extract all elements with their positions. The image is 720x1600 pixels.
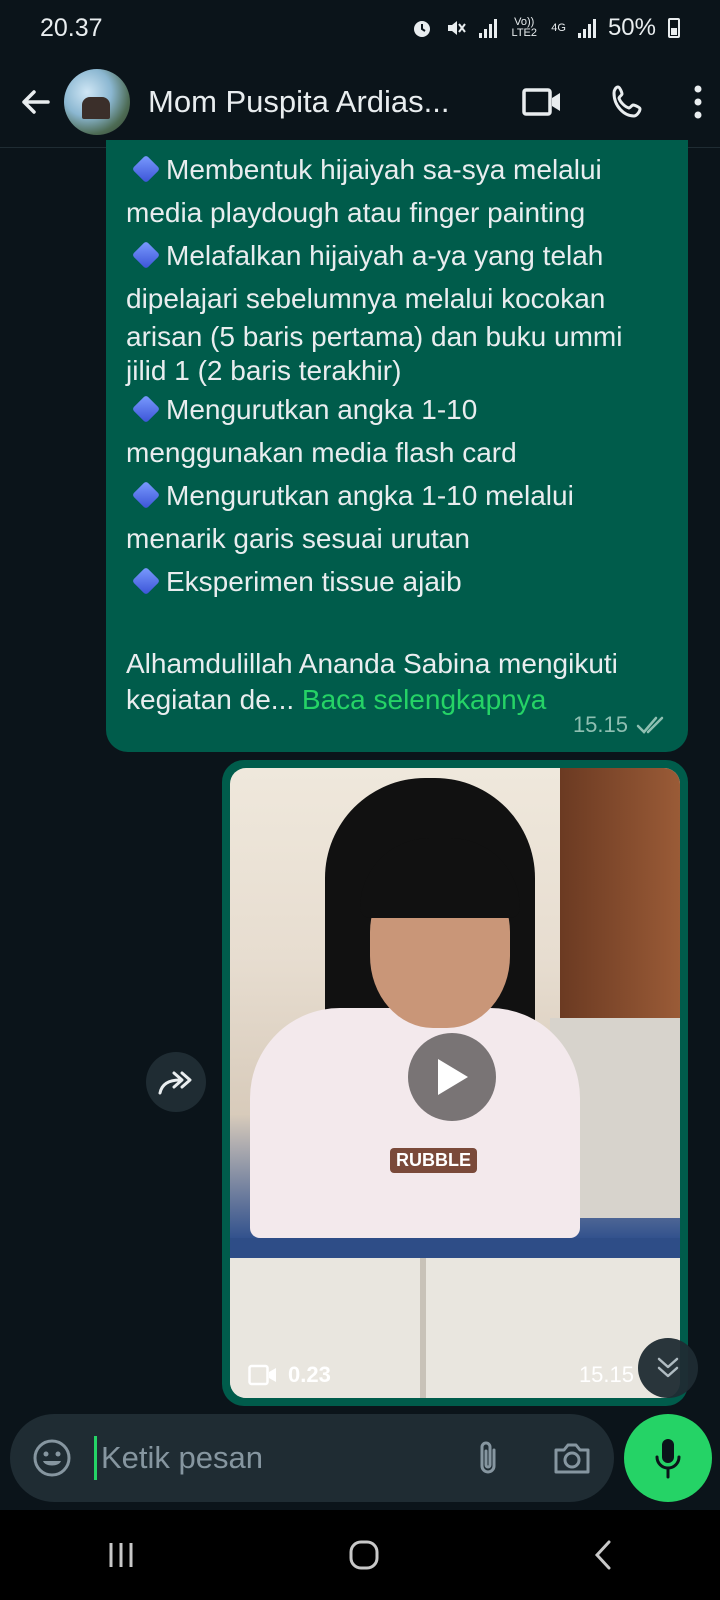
scroll-to-bottom-button[interactable] — [638, 1338, 698, 1398]
double-chevron-down-icon — [657, 1357, 679, 1378]
status-time: 20.37 — [40, 13, 103, 42]
list-item: Eksperimen tissue ajaib — [126, 560, 668, 603]
status-icons: Vo)) LTE2 4G 50% — [411, 14, 680, 42]
list-item: Melafalkan hijaiyah a-ya yang telah — [126, 234, 668, 277]
contact-name[interactable]: Mom Puspita Ardias... — [148, 84, 468, 120]
message-line: menarik garis sesuai urutan — [126, 523, 470, 554]
back-arrow-icon[interactable] — [18, 85, 52, 119]
message-text: Membentuk hijaiyah sa-sya melalui media … — [126, 148, 668, 718]
message-meta: 15.15 — [573, 712, 668, 738]
mute-icon — [448, 21, 467, 35]
phone-icon[interactable] — [610, 84, 646, 120]
voice-message-button[interactable] — [624, 1414, 712, 1502]
text-cursor — [94, 1436, 97, 1480]
avatar[interactable] — [64, 68, 130, 135]
video-thumbnail[interactable]: RUBBLE 0.23 15.15 — [230, 768, 680, 1398]
network-type-tag: 4G — [551, 21, 566, 34]
blue-diamond-icon — [131, 154, 161, 183]
blue-diamond-icon — [131, 240, 161, 269]
blue-diamond-icon — [131, 566, 161, 595]
message-input[interactable] — [99, 1439, 443, 1477]
back-icon[interactable] — [591, 1539, 615, 1571]
volte-tag: Vo)) LTE2 — [511, 16, 537, 39]
blue-diamond-icon — [131, 394, 161, 423]
home-icon[interactable] — [348, 1539, 380, 1571]
message-line: Alhamdulillah Ananda Sabina mengikuti — [126, 648, 618, 679]
forward-icon — [158, 1071, 192, 1095]
battery-icon — [668, 18, 680, 38]
video-meta: 0.23 — [248, 1362, 331, 1388]
header-actions — [522, 84, 702, 120]
system-navigation-bar — [0, 1510, 720, 1600]
attach-icon[interactable] — [474, 1438, 504, 1478]
double-check-icon — [636, 716, 664, 734]
list-item: Mengurutkan angka 1-10 melalui — [126, 474, 668, 517]
message-line: dipelajari sebelumnya melalui kocokan — [126, 283, 606, 314]
alarm-icon — [414, 21, 431, 37]
outgoing-video-message[interactable]: RUBBLE 0.23 15.15 — [222, 760, 688, 1406]
video-duration: 0.23 — [288, 1362, 331, 1387]
signal-icon — [479, 18, 498, 38]
message-composer — [10, 1414, 614, 1502]
chat-header: Mom Puspita Ardias... — [0, 56, 720, 148]
list-item: Membentuk hijaiyah sa-sya melalui — [126, 148, 668, 191]
blue-diamond-icon — [131, 480, 161, 509]
outgoing-text-message[interactable]: Membentuk hijaiyah sa-sya melalui media … — [106, 140, 688, 752]
message-line: jilid 1 (2 baris terakhir) — [126, 355, 402, 386]
list-item: Mengurutkan angka 1-10 — [126, 388, 668, 431]
signal-icon-2 — [577, 18, 596, 38]
play-icon — [438, 1059, 468, 1095]
background-door — [560, 768, 680, 1018]
emoji-icon[interactable] — [32, 1438, 72, 1478]
read-more-link[interactable]: Baca selengkapnya — [302, 684, 546, 715]
message-line: arisan (5 baris pertama) dan buku ummi — [126, 321, 623, 352]
message-time: 15.15 — [572, 712, 628, 737]
message-line: media playdough atau finger painting — [126, 197, 586, 228]
camera-icon[interactable] — [552, 1440, 592, 1476]
video-call-icon[interactable] — [522, 87, 562, 117]
message-line: menggunakan media flash card — [126, 437, 517, 468]
microphone-icon — [655, 1439, 681, 1479]
battery-percent: 50% — [607, 14, 656, 41]
recent-apps-icon[interactable] — [105, 1540, 137, 1570]
message-time: 15.15 — [578, 1362, 634, 1387]
more-options-icon[interactable] — [694, 85, 702, 119]
child-shirt: RUBBLE — [250, 1008, 580, 1238]
video-camera-icon — [248, 1364, 276, 1386]
shirt-print-text: RUBBLE — [390, 1148, 477, 1173]
play-button[interactable] — [408, 1033, 496, 1121]
status-bar: 20.37 Vo)) LTE2 4G 50% — [0, 0, 720, 56]
forward-button[interactable] — [146, 1052, 206, 1112]
